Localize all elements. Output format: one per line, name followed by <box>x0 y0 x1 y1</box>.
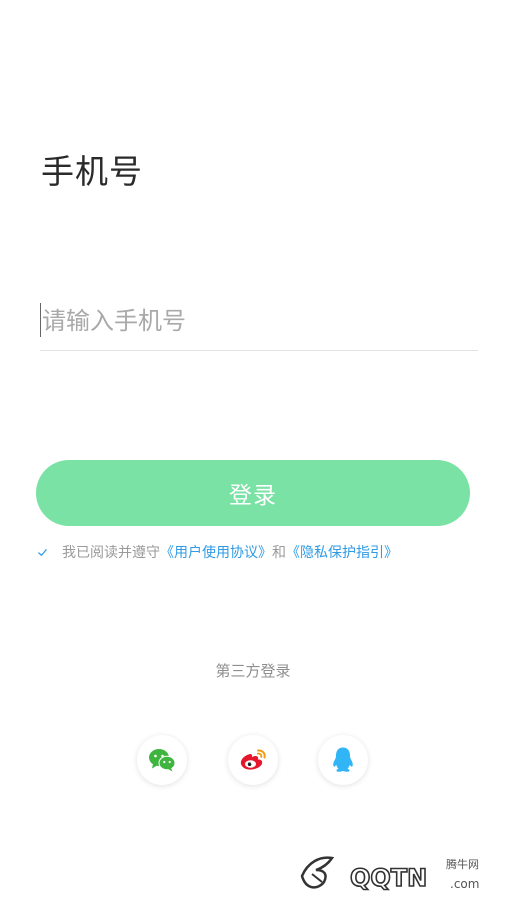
watermark-brand: 腾牛网 <box>446 858 479 871</box>
wechat-icon <box>149 749 176 772</box>
weibo-login-button[interactable] <box>228 735 278 785</box>
user-agreement-link[interactable]: 《用户使用协议》 <box>160 542 272 562</box>
privacy-guide-link[interactable]: 《隐私保护指引》 <box>286 542 398 562</box>
watermark: QQTN .com 腾牛网 <box>298 850 498 896</box>
qq-icon <box>333 747 353 772</box>
phone-field[interactable] <box>40 296 478 351</box>
page-title: 手机号 <box>41 152 143 191</box>
login-button[interactable]: 登录 <box>36 460 470 526</box>
agreement-prefix: 我已阅读并遵守 <box>62 545 160 561</box>
qq-login-button[interactable] <box>318 735 368 785</box>
third-party-login-label: 第三方登录 <box>215 662 291 680</box>
wechat-login-button[interactable] <box>137 735 187 785</box>
weibo-icon <box>240 749 266 770</box>
agreement-and: 和 <box>272 545 286 561</box>
agree-checkbox[interactable] <box>36 546 48 558</box>
phone-input[interactable] <box>40 296 472 346</box>
svg-text:.com: .com <box>450 877 479 891</box>
check-icon <box>37 548 47 556</box>
svg-text:QQTN: QQTN <box>350 864 427 892</box>
agreement-row: 我已阅读并遵守 《用户使用协议》 和 《隐私保护指引》 <box>36 542 398 562</box>
